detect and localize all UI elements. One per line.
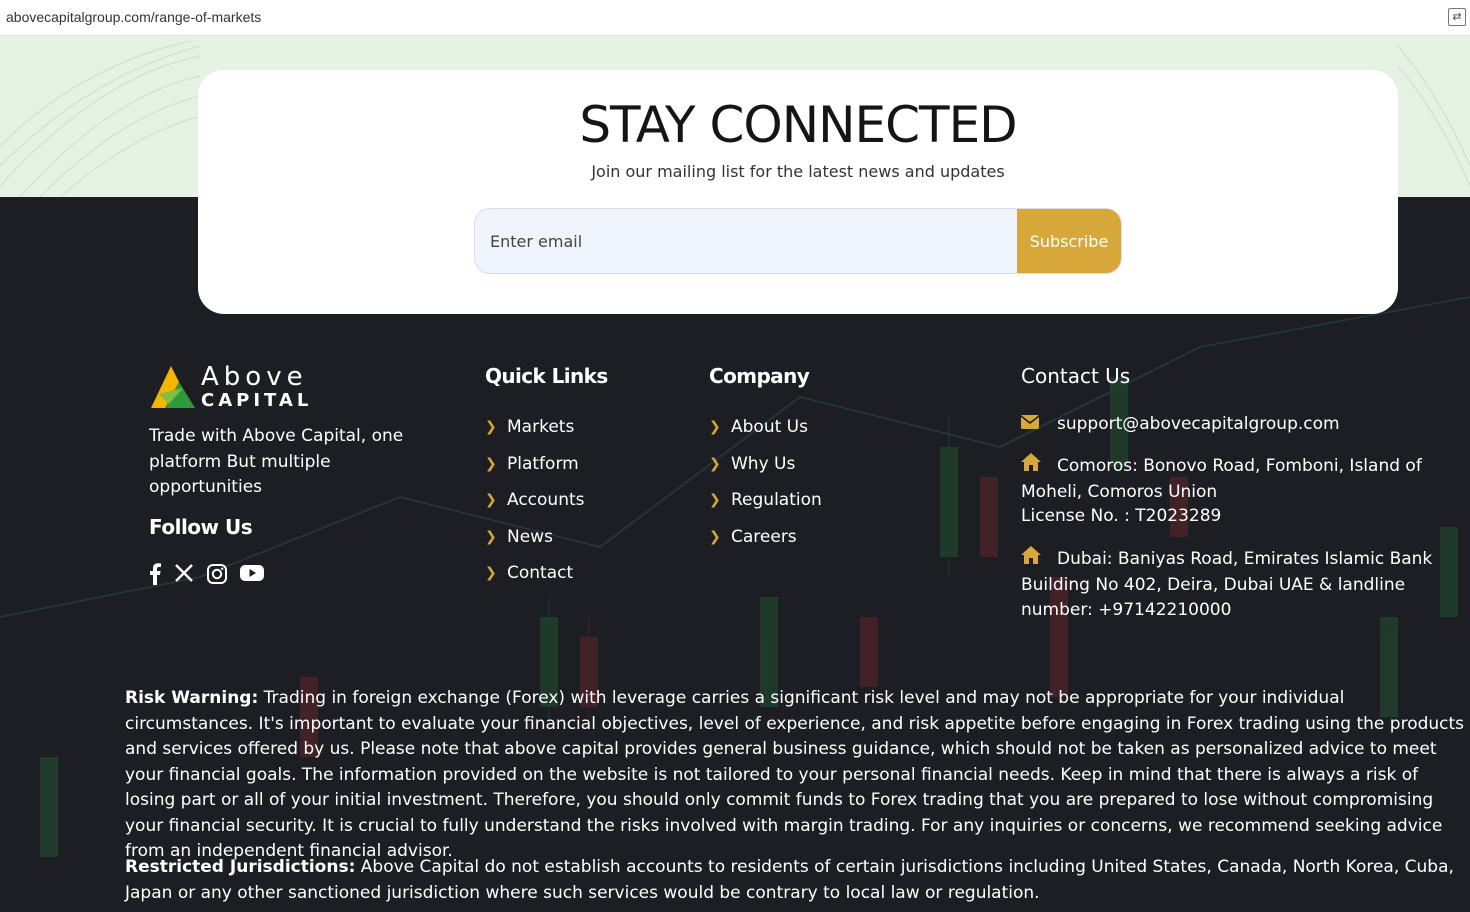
link-label: Markets <box>507 417 575 438</box>
link-label: Regulation <box>731 490 822 511</box>
envelope-icon <box>1020 412 1057 438</box>
restricted-label: Restricted Jurisdictions: <box>125 857 356 877</box>
chevron-right-icon: ❯ <box>485 455 497 472</box>
above-capital-logo[interactable]: Above CAPITAL <box>149 362 329 411</box>
logo-mark-icon <box>151 366 195 408</box>
link-label: Platform <box>507 453 579 474</box>
instagram-icon[interactable] <box>206 563 228 587</box>
contact-email[interactable]: support@abovecapitalgroup.com <box>1020 412 1466 438</box>
translate-icon[interactable]: ⇄ <box>1448 8 1466 26</box>
company-link-regulation[interactable]: ❯ Regulation <box>709 482 822 519</box>
quick-link-markets[interactable]: ❯ Markets <box>485 409 585 446</box>
follow-us-heading: Follow Us <box>149 515 253 539</box>
chevron-right-icon: ❯ <box>709 455 721 472</box>
quick-link-news[interactable]: ❯ News <box>485 519 585 556</box>
facebook-icon[interactable] <box>148 563 162 587</box>
link-label: News <box>507 526 553 547</box>
company-links-list: ❯ About Us ❯ Why Us ❯ Regulation ❯ Careers <box>709 409 822 555</box>
link-label: Accounts <box>507 490 585 511</box>
chevron-right-icon: ❯ <box>709 528 721 545</box>
chevron-right-icon: ❯ <box>709 492 721 509</box>
company-heading: Company <box>709 364 810 388</box>
quick-links-list: ❯ Markets ❯ Platform ❯ Accounts ❯ News ❯ Cont… <box>485 409 585 592</box>
social-links <box>148 563 264 587</box>
link-label: About Us <box>731 417 808 438</box>
restricted-jurisdictions: Restricted Jurisdictions: Above Capital … <box>125 855 1465 906</box>
contact-comoros-address: Comoros: Bonovo Road, Fomboni, Island of… <box>1021 453 1466 505</box>
logo-word-above: Above <box>201 362 308 392</box>
contact-dubai-address: Dubai: Baniyas Road, Emirates Islamic Ba… <box>1021 546 1466 624</box>
subscribe-form: Subscribe <box>474 208 1122 274</box>
home-icon <box>1021 546 1057 573</box>
address-bar[interactable]: abovecapitalgroup.com/range-of-markets ⇄ <box>0 0 1470 36</box>
company-link-careers[interactable]: ❯ Careers <box>709 519 822 556</box>
youtube-icon[interactable] <box>240 563 264 587</box>
quick-links-heading: Quick Links <box>485 364 608 388</box>
contact-license: License No. : T2023289 <box>1021 506 1222 526</box>
company-link-about-us[interactable]: ❯ About Us <box>709 409 822 446</box>
contact-email-text[interactable]: support@abovecapitalgroup.com <box>1057 414 1340 434</box>
chevron-right-icon: ❯ <box>485 528 497 545</box>
newsletter-title: STAY CONNECTED <box>579 96 1017 154</box>
logo-word-capital: CAPITAL <box>201 390 313 411</box>
contact-us-heading: Contact Us <box>1021 364 1131 388</box>
subscribe-button[interactable]: Subscribe <box>1017 209 1121 273</box>
link-label: Why Us <box>731 453 796 474</box>
risk-warning-text: Trading in foreign exchange (Forex) with… <box>125 688 1465 861</box>
risk-warning: Risk Warning: Trading in foreign exchang… <box>125 686 1465 865</box>
chevron-right-icon: ❯ <box>485 565 497 582</box>
home-icon <box>1021 453 1057 480</box>
email-input[interactable] <box>475 209 1019 273</box>
link-label: Careers <box>731 526 797 547</box>
link-label: Contact <box>507 563 574 584</box>
chevron-right-icon: ❯ <box>709 419 721 436</box>
quick-link-platform[interactable]: ❯ Platform <box>485 446 585 483</box>
chevron-right-icon: ❯ <box>485 492 497 509</box>
url-text[interactable]: abovecapitalgroup.com/range-of-markets <box>6 9 261 25</box>
newsletter-subtitle: Join our mailing list for the latest new… <box>591 162 1005 181</box>
x-twitter-icon[interactable] <box>174 563 194 587</box>
chevron-right-icon: ❯ <box>485 419 497 436</box>
risk-warning-label: Risk Warning: <box>125 688 259 708</box>
dubai-address-text: Dubai: Baniyas Road, Emirates Islamic Ba… <box>1021 549 1433 620</box>
company-link-why-us[interactable]: ❯ Why Us <box>709 446 822 483</box>
quick-link-accounts[interactable]: ❯ Accounts <box>485 482 585 519</box>
comoros-address-text: Comoros: Bonovo Road, Fomboni, Island of… <box>1021 456 1422 502</box>
quick-link-contact[interactable]: ❯ Contact <box>485 555 585 592</box>
newsletter-card: STAY CONNECTED Join our mailing list for… <box>198 70 1398 314</box>
brand-tagline: Trade with Above Capital, one platform B… <box>149 426 404 497</box>
